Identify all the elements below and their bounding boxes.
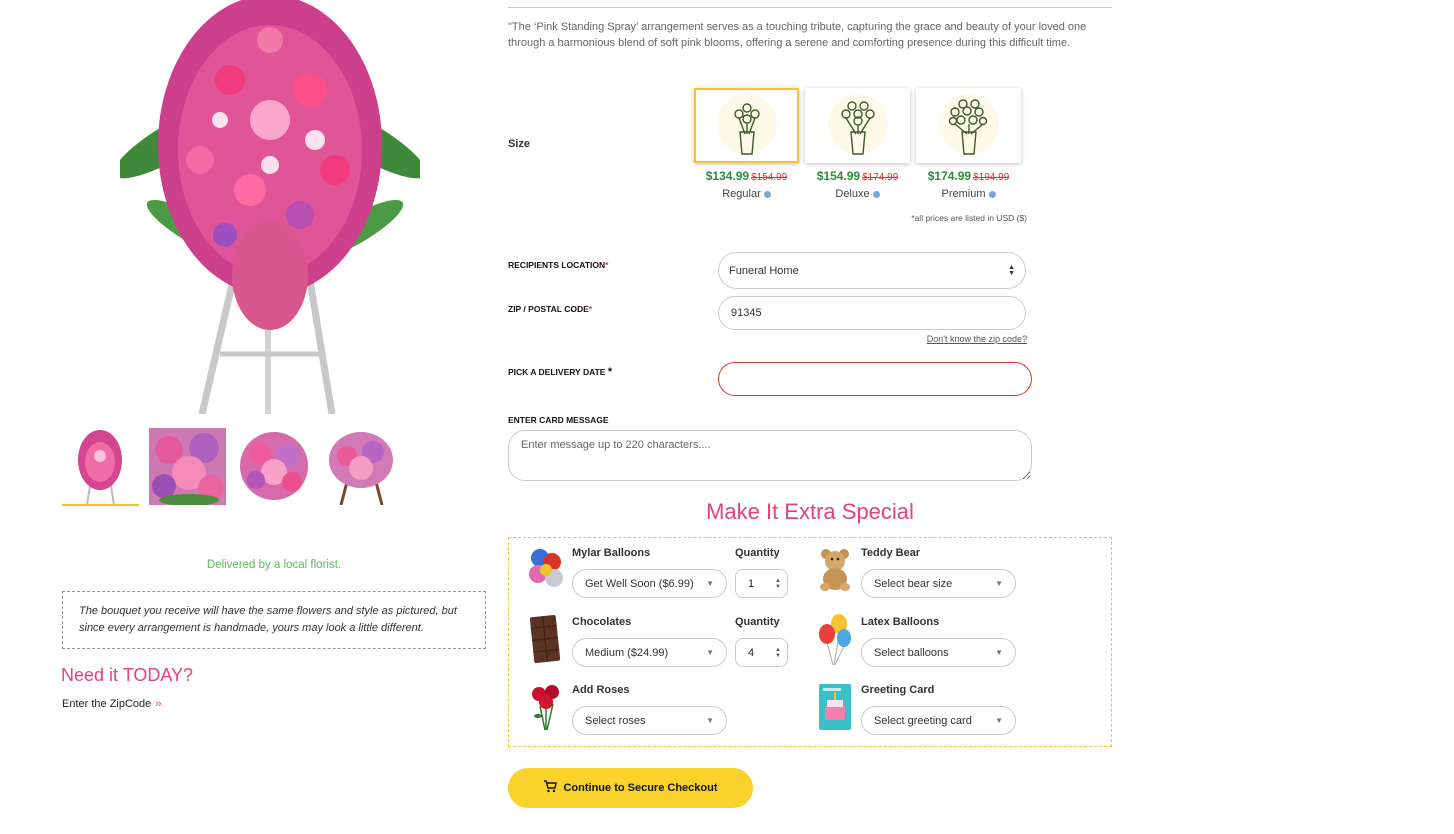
continue-to-checkout-button[interactable]: Continue to Secure Checkout	[508, 768, 753, 808]
product-description: "The ‘Pink Standing Spray’ arrangement s…	[508, 21, 1087, 49]
size-name: Regular	[722, 188, 761, 200]
greeting-card-title: Greeting Card	[861, 684, 935, 696]
dont-know-zip-link[interactable]: Don't know the zip code?	[880, 334, 1027, 344]
make-it-extra-special-heading: Make It Extra Special	[706, 499, 914, 524]
chocolates-title: Chocolates	[572, 616, 632, 628]
add-roses-title: Add Roses	[572, 684, 630, 696]
info-icon[interactable]	[763, 190, 771, 198]
size-price: $154.99	[816, 169, 861, 183]
chevron-down-icon: ▼	[995, 648, 1003, 657]
info-icon[interactable]	[872, 190, 880, 198]
delivered-by-florist: Delivered by a local florist.	[206, 559, 342, 571]
price-currency-note: *all prices are listed in USD ($)	[911, 213, 1027, 223]
size-name: Premium	[941, 188, 986, 200]
chocolates-quantity-label: Quantity	[735, 616, 780, 628]
mylar-quantity-label: Quantity	[735, 547, 780, 559]
enter-zipcode-label: Enter the ZipCode	[62, 698, 152, 710]
size-option-regular[interactable]: $134.99 $154.99 Regular	[694, 88, 799, 200]
delivery-date-label: PICK A DELIVERY DATE *	[508, 366, 613, 378]
roses-icon	[528, 682, 564, 732]
size-price: $134.99	[705, 169, 750, 183]
chocolates-value: Medium ($24.99)	[585, 646, 669, 659]
greeting-card-value: Select greeting card	[874, 714, 972, 727]
chocolates-select[interactable]: Medium ($24.99) ▼	[572, 638, 727, 667]
location-value: Funeral Home	[729, 264, 799, 277]
thumbnail-4[interactable]	[323, 428, 400, 505]
chocolates-quantity-stepper[interactable]: 4 ▲ ▼	[735, 638, 788, 667]
select-arrows-icon: ▲ ▼	[1008, 263, 1015, 277]
thumbnail-2[interactable]	[149, 428, 226, 505]
bouquet-icon	[694, 88, 799, 163]
mylar-balloons-select[interactable]: Get Well Soon ($6.99) ▼	[572, 569, 727, 598]
checkout-label: Continue to Secure Checkout	[563, 782, 718, 794]
zip-code-input[interactable]	[718, 296, 1026, 330]
teddy-bear-select[interactable]: Select bear size ▼	[861, 569, 1016, 598]
greeting-card-icon	[817, 682, 853, 732]
stepper-arrows-icon[interactable]: ▲ ▼	[775, 578, 781, 590]
card-message-textarea[interactable]	[508, 430, 1032, 481]
latex-balloons-value: Select balloons	[874, 646, 949, 659]
latex-balloons-title: Latex Balloons	[861, 616, 940, 628]
thumbnail-3[interactable]	[236, 428, 313, 505]
chocolates-quantity-value: 4	[748, 646, 755, 659]
mylar-balloons-icon	[528, 546, 564, 596]
add-roses-select[interactable]: Select roses ▼	[572, 706, 727, 735]
need-it-today-heading: Need it TODAY?	[61, 665, 194, 685]
size-option-deluxe[interactable]: $154.99 $174.99 Deluxe	[805, 88, 910, 200]
arrangement-disclaimer: The bouquet you receive will have the sa…	[62, 591, 486, 649]
teddy-bear-icon	[817, 546, 853, 596]
recipients-location-label: RECIPIENTS LOCATION*	[508, 260, 609, 270]
enter-zipcode-link[interactable]: Enter the ZipCode ››	[62, 698, 162, 710]
chevron-down-icon: ▼	[995, 579, 1003, 588]
stepper-arrows-icon[interactable]: ▲ ▼	[775, 647, 781, 659]
chevron-right-icon: ››	[155, 698, 161, 710]
info-icon[interactable]	[988, 190, 996, 198]
size-original-price: $194.99	[973, 172, 1010, 183]
mylar-balloons-title: Mylar Balloons	[572, 547, 651, 559]
add-roses-value: Select roses	[585, 714, 646, 727]
size-original-price: $154.99	[751, 172, 788, 183]
teddy-bear-title: Teddy Bear	[861, 547, 921, 559]
bouquet-icon	[805, 88, 910, 163]
zip-code-label: ZIP / POSTAL CODE*	[508, 304, 593, 314]
size-name: Deluxe	[835, 188, 870, 200]
bouquet-icon	[916, 88, 1021, 163]
size-price: $174.99	[927, 169, 972, 183]
chevron-down-icon: ▼	[706, 716, 714, 725]
size-original-price: $174.99	[862, 172, 899, 183]
size-label: Size	[508, 138, 531, 150]
cart-icon	[543, 780, 558, 796]
divider	[508, 7, 1112, 8]
thumbnail-1[interactable]	[62, 428, 139, 506]
card-message-label: ENTER CARD MESSAGE	[508, 415, 609, 425]
product-main-image	[113, 0, 427, 415]
mylar-balloons-value: Get Well Soon ($6.99)	[585, 577, 694, 590]
mylar-quantity-stepper[interactable]: 1 ▲ ▼	[735, 569, 788, 598]
recipients-location-select[interactable]: Funeral Home ▲ ▼	[718, 252, 1026, 289]
latex-balloons-icon	[817, 612, 853, 666]
mylar-quantity-value: 1	[748, 577, 755, 590]
latex-balloons-select[interactable]: Select balloons ▼	[861, 638, 1016, 667]
chevron-down-icon: ▼	[995, 716, 1003, 725]
chocolate-bar-icon	[528, 614, 564, 664]
teddy-bear-value: Select bear size	[874, 577, 953, 590]
chevron-down-icon: ▼	[706, 579, 714, 588]
chevron-down-icon: ▼	[706, 648, 714, 657]
size-option-premium[interactable]: $174.99 $194.99 Premium	[916, 88, 1021, 200]
delivery-date-input[interactable]	[718, 362, 1032, 396]
greeting-card-select[interactable]: Select greeting card ▼	[861, 706, 1016, 735]
